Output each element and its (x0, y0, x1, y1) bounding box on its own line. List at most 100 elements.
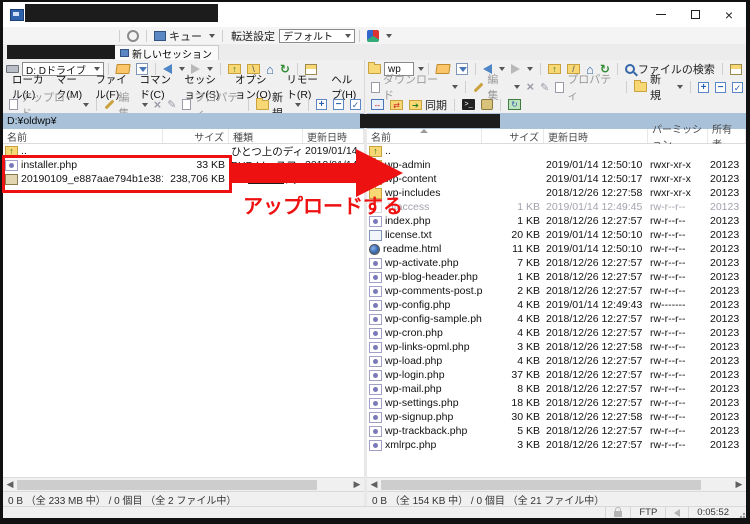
name-text: wp-trackback.php (385, 425, 467, 437)
local-rename-button[interactable]: ✎ (164, 97, 179, 112)
local-delete-button[interactable]: × (151, 98, 165, 112)
name-text: wp-blog-header.php (385, 271, 478, 283)
open-console-button[interactable]: >_ (459, 98, 478, 111)
file-row-readme.html[interactable]: readme.html11 KB2019/01/14 12:50:10rw-r-… (367, 242, 746, 256)
scrollbar-thumb[interactable] (17, 480, 317, 490)
cell-date: 2019/01/14 12:50:17 (544, 172, 648, 186)
cell-date: 2018/12/26 12:27:57 (544, 312, 648, 326)
remote-file-list: ↑..wp-admin2019/01/14 12:50:10rwxr-xr-x2… (367, 144, 746, 477)
file-row-wp-links-opml.php[interactable]: wp-links-opml.php3 KB2018/12/26 12:27:58… (367, 340, 746, 354)
file-row-wp-trackback.php[interactable]: wp-trackback.php5 KB2018/12/26 12:27:57r… (367, 424, 746, 438)
file-row-wp-blog-header.php[interactable]: wp-blog-header.php1 KB2018/12/26 12:27:5… (367, 270, 746, 284)
name-text: wp-cron.php (385, 327, 443, 339)
remote-horizontal-scrollbar[interactable]: ◀ ▶ (367, 477, 746, 491)
column-header-3[interactable]: パーミッション (648, 129, 708, 143)
new-folder-icon (256, 100, 269, 110)
preferences-button[interactable] (124, 29, 142, 43)
edit-icon (474, 82, 484, 92)
file-row-wp-config.php[interactable]: wp-config.php4 KB2019/01/14 12:49:43rw--… (367, 298, 746, 312)
remote-select-button[interactable]: + (695, 81, 712, 94)
name-text: wp-comments-post.php (385, 285, 482, 297)
column-header-0[interactable]: 名前 (367, 129, 482, 143)
local-unselect-button[interactable]: − (330, 98, 347, 111)
cell-perm: rw-r--r-- (648, 438, 708, 452)
file-row-index.php[interactable]: index.php1 KB2018/12/26 12:27:57rw-r--r-… (367, 214, 746, 228)
column-header-0[interactable]: 名前 (3, 129, 163, 143)
file-row-wp-settings.php[interactable]: wp-settings.php18 KB2018/12/26 12:27:57r… (367, 396, 746, 410)
file-row-wp-login.php[interactable]: wp-login.php37 KB2018/12/26 12:27:57rw-r… (367, 368, 746, 382)
transfer-preset-dropdown[interactable]: デフォルト (279, 29, 355, 43)
column-header-2[interactable]: 更新日時 (544, 129, 648, 143)
file-row-wp-content[interactable]: wp-content2019/01/14 12:50:17rwxr-xr-x20… (367, 172, 746, 186)
owner-text: 20123 (710, 285, 739, 297)
size-text: 1 KB (517, 271, 540, 283)
file-row-wp-includes[interactable]: wp-includes2018/12/26 12:27:58rwxr-xr-x2… (367, 186, 746, 200)
file-row-wp-load.php[interactable]: wp-load.php4 KB2018/12/26 12:27:57rw-r--… (367, 354, 746, 368)
perm-text: rw-r--r-- (650, 341, 686, 353)
local-select-button[interactable]: + (313, 98, 330, 111)
session-color-button[interactable] (364, 29, 395, 43)
console-icon: >_ (462, 99, 475, 110)
local-horizontal-scrollbar[interactable]: ◀ ▶ (3, 477, 364, 491)
remote-unselect-button[interactable]: − (712, 81, 729, 94)
file-row-parent[interactable]: ↑.. (367, 144, 746, 158)
remote-selection-filter-button[interactable]: ✓ (729, 81, 746, 94)
date-text: 2019/01/14 12:49:43 (546, 299, 642, 311)
file-row-wp-signup.php[interactable]: wp-signup.php30 KB2018/12/26 12:27:58rw-… (367, 410, 746, 424)
owner-text: 20123 (710, 313, 739, 325)
column-header-1[interactable]: サイズ (482, 129, 544, 143)
background-transfer-button[interactable]: ↻ (505, 98, 524, 111)
file-row-wp-cron.php[interactable]: wp-cron.php4 KB2018/12/26 12:27:57rw-r--… (367, 326, 746, 340)
scroll-right-icon[interactable]: ▶ (732, 478, 746, 491)
file-row-wp-admin[interactable]: wp-admin2019/01/14 12:50:10rwxr-xr-x2012… (367, 158, 746, 172)
maximize-button[interactable] (678, 2, 712, 27)
queue-button[interactable]: キュー (151, 27, 218, 45)
file-row-wp-mail.php[interactable]: wp-mail.php8 KB2018/12/26 12:27:57rw-r--… (367, 382, 746, 396)
scroll-left-icon[interactable]: ◀ (367, 478, 381, 491)
chevron-down-icon (295, 103, 301, 107)
cell-date: 2019/01/14 (303, 144, 364, 158)
scrollbar-thumb[interactable] (381, 480, 701, 490)
size-text: 20 KB (511, 229, 540, 241)
upload-icon (9, 99, 18, 110)
owner-text: 20123 (710, 327, 739, 339)
file-icon (369, 384, 382, 395)
new-session-tab[interactable]: 新しいセッション (113, 45, 219, 60)
notifications-cell[interactable] (665, 507, 688, 518)
cell-date: 2018/12/26 12:27:57 (544, 382, 648, 396)
minimize-button[interactable] (644, 2, 678, 27)
column-header-2[interactable]: 種類 (229, 129, 303, 143)
remote-delete-button[interactable]: × (523, 80, 537, 94)
local-path-bar[interactable]: D:¥oldwp¥ (3, 113, 364, 129)
cell-perm: rw-r--r-- (648, 354, 708, 368)
cell-size: 2 KB (482, 284, 544, 298)
scroll-left-icon[interactable]: ◀ (3, 478, 17, 491)
owner-text: 20123 (710, 271, 739, 283)
file-row-xmlrpc.php[interactable]: xmlrpc.php3 KB2018/12/26 12:27:57rw-r--r… (367, 438, 746, 452)
cell-size: 8 KB (482, 382, 544, 396)
cell-size: 11 KB (482, 242, 544, 256)
file-row-wp-config-sample.php[interactable]: wp-config-sample.php4 KB2018/12/26 12:27… (367, 312, 746, 326)
synchronize-button[interactable]: ➔ 同期 (406, 96, 450, 114)
resize-grip[interactable] (737, 510, 745, 518)
perm-text: rwxr-xr-x (650, 187, 691, 199)
scroll-right-icon[interactable]: ▶ (350, 478, 364, 491)
size-text: 4 KB (517, 355, 540, 367)
remote-rename-button[interactable]: ✎ (537, 80, 552, 95)
close-button[interactable]: × (712, 2, 746, 27)
file-row-wp-comments-post.php[interactable]: wp-comments-post.php2 KB2018/12/26 12:27… (367, 284, 746, 298)
remote-status-text: 0 B （全 154 KB 中） / 0 個目 （全 21 ファイル中） (372, 492, 604, 507)
custom-command-button[interactable] (478, 98, 496, 111)
column-header-1[interactable]: サイズ (163, 129, 229, 143)
column-header-4[interactable]: 所有者 (708, 129, 746, 143)
local-selection-filter-button[interactable]: ✓ (347, 98, 364, 111)
column-header-3[interactable]: 更新日時 (303, 129, 364, 143)
file-row-.htaccess[interactable]: .htaccess1 KB2019/01/14 12:49:45rw-r--r-… (367, 200, 746, 214)
protocol-cell[interactable]: FTP (630, 507, 665, 518)
compare-directories-button[interactable]: ↔ (368, 98, 387, 111)
synchronize-browsing-button[interactable]: ⇄ (387, 99, 406, 111)
file-row-wp-activate.php[interactable]: wp-activate.php7 KB2018/12/26 12:27:57rw… (367, 256, 746, 270)
session-color-icon (367, 30, 379, 42)
file-row-license.txt[interactable]: license.txt20 KB2019/01/14 12:50:10rw-r-… (367, 228, 746, 242)
cell-name: wp-blog-header.php (367, 270, 482, 284)
